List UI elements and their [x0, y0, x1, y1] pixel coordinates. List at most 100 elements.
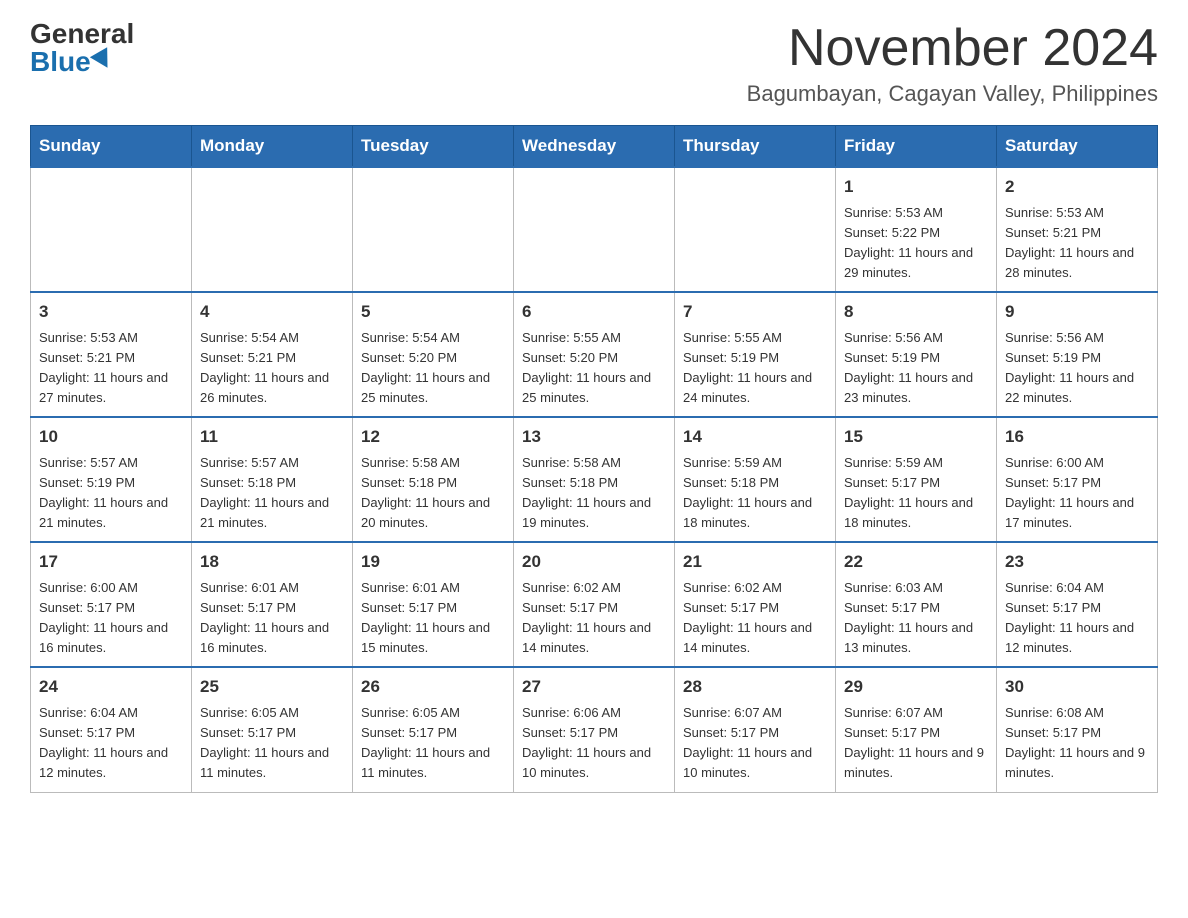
day-number: 20 — [522, 549, 666, 575]
calendar-cell: 16Sunrise: 6:00 AMSunset: 5:17 PMDayligh… — [997, 417, 1158, 542]
day-info: Sunrise: 6:02 AMSunset: 5:17 PMDaylight:… — [683, 578, 827, 659]
day-number: 15 — [844, 424, 988, 450]
calendar-cell: 15 Sunrise: 5:59 AMSunset: 5:17 PMDayligh… — [836, 417, 997, 542]
day-number: 29 — [844, 674, 988, 700]
day-info: Sunrise: 5:58 AMSunset: 5:18 PMDaylight:… — [361, 453, 505, 534]
calendar-cell — [353, 167, 514, 292]
calendar-cell: 24 Sunrise: 6:04 AMSunset: 5:17 PMDayligh… — [31, 667, 192, 792]
calendar-cell: 11 Sunrise: 5:57 AMSunset: 5:18 PMDayligh… — [192, 417, 353, 542]
calendar-cell: 3Sunrise: 5:53 AMSunset: 5:21 PMDaylight… — [31, 292, 192, 417]
day-info: Sunrise: 6:02 AMSunset: 5:17 PMDaylight:… — [522, 578, 666, 659]
calendar-cell — [675, 167, 836, 292]
calendar-cell — [192, 167, 353, 292]
calendar-cell: 13 Sunrise: 5:58 AMSunset: 5:18 PMDayligh… — [514, 417, 675, 542]
day-number: 30 — [1005, 674, 1149, 700]
calendar-cell: 4Sunrise: 5:54 AMSunset: 5:21 PMDaylight… — [192, 292, 353, 417]
day-number: 12 — [361, 424, 505, 450]
day-number: 8 — [844, 299, 988, 325]
day-number: 9 — [1005, 299, 1149, 325]
calendar-cell: 27 Sunrise: 6:06 AMSunset: 5:17 PMDayligh… — [514, 667, 675, 792]
day-number: 11 — [200, 424, 344, 450]
col-tuesday: Tuesday — [353, 126, 514, 168]
calendar-cell: 23Sunrise: 6:04 AMSunset: 5:17 PMDayligh… — [997, 542, 1158, 667]
day-info: Sunrise: 5:59 AMSunset: 5:18 PMDaylight:… — [683, 453, 827, 534]
logo: General Blue — [30, 20, 134, 76]
day-info: Sunrise: 5:58 AMSunset: 5:18 PMDaylight:… — [522, 453, 666, 534]
day-info: Sunrise: 5:53 AMSunset: 5:22 PMDaylight:… — [844, 203, 988, 284]
calendar-cell: 19Sunrise: 6:01 AMSunset: 5:17 PMDayligh… — [353, 542, 514, 667]
day-info: Sunrise: 5:53 AMSunset: 5:21 PMDaylight:… — [39, 328, 183, 409]
day-info: Sunrise: 6:01 AMSunset: 5:17 PMDaylight:… — [361, 578, 505, 659]
day-info: Sunrise: 6:05 AMSunset: 5:17 PMDaylight:… — [361, 703, 505, 784]
calendar-cell: 26 Sunrise: 6:05 AMSunset: 5:17 PMDayligh… — [353, 667, 514, 792]
logo-blue-text: Blue — [30, 48, 113, 76]
day-info: Sunrise: 5:59 AMSunset: 5:17 PMDaylight:… — [844, 453, 988, 534]
week-row-1: 1 Sunrise: 5:53 AMSunset: 5:22 PMDaylight… — [31, 167, 1158, 292]
day-info: Sunrise: 6:07 AMSunset: 5:17 PMDaylight:… — [683, 703, 827, 784]
calendar-cell: 17 Sunrise: 6:00 AMSunset: 5:17 PMDayligh… — [31, 542, 192, 667]
calendar-header-row: Sunday Monday Tuesday Wednesday Thursday… — [31, 126, 1158, 168]
day-number: 27 — [522, 674, 666, 700]
day-info: Sunrise: 5:55 AMSunset: 5:20 PMDaylight:… — [522, 328, 666, 409]
day-info: Sunrise: 6:07 AMSunset: 5:17 PMDaylight:… — [844, 703, 988, 784]
day-number: 26 — [361, 674, 505, 700]
day-number: 14 — [683, 424, 827, 450]
day-info: Sunrise: 6:01 AMSunset: 5:17 PMDaylight:… — [200, 578, 344, 659]
day-number: 10 — [39, 424, 183, 450]
week-row-4: 17 Sunrise: 6:00 AMSunset: 5:17 PMDayligh… — [31, 542, 1158, 667]
calendar-cell: 18 Sunrise: 6:01 AMSunset: 5:17 PMDayligh… — [192, 542, 353, 667]
day-info: Sunrise: 5:56 AMSunset: 5:19 PMDaylight:… — [844, 328, 988, 409]
calendar-cell: 29 Sunrise: 6:07 AMSunset: 5:17 PMDayligh… — [836, 667, 997, 792]
calendar-cell: 12 Sunrise: 5:58 AMSunset: 5:18 PMDayligh… — [353, 417, 514, 542]
location-subtitle: Bagumbayan, Cagayan Valley, Philippines — [747, 81, 1158, 107]
calendar-cell: 25 Sunrise: 6:05 AMSunset: 5:17 PMDayligh… — [192, 667, 353, 792]
calendar-cell: 2Sunrise: 5:53 AMSunset: 5:21 PMDaylight… — [997, 167, 1158, 292]
day-number: 22 — [844, 549, 988, 575]
logo-general-text: General — [30, 20, 134, 48]
day-number: 7 — [683, 299, 827, 325]
day-info: Sunrise: 6:00 AMSunset: 5:17 PMDaylight:… — [39, 578, 183, 659]
week-row-3: 10 Sunrise: 5:57 AMSunset: 5:19 PMDayligh… — [31, 417, 1158, 542]
day-number: 25 — [200, 674, 344, 700]
day-number: 13 — [522, 424, 666, 450]
calendar-cell: 8 Sunrise: 5:56 AMSunset: 5:19 PMDaylight… — [836, 292, 997, 417]
month-year-title: November 2024 — [747, 20, 1158, 77]
day-number: 1 — [844, 174, 988, 200]
page-header: General Blue November 2024 Bagumbayan, C… — [30, 20, 1158, 107]
calendar-cell: 1 Sunrise: 5:53 AMSunset: 5:22 PMDaylight… — [836, 167, 997, 292]
calendar-table: Sunday Monday Tuesday Wednesday Thursday… — [30, 125, 1158, 792]
day-info: Sunrise: 5:57 AMSunset: 5:19 PMDaylight:… — [39, 453, 183, 534]
calendar-cell: 9 Sunrise: 5:56 AMSunset: 5:19 PMDaylight… — [997, 292, 1158, 417]
day-number: 17 — [39, 549, 183, 575]
calendar-cell: 30Sunrise: 6:08 AMSunset: 5:17 PMDayligh… — [997, 667, 1158, 792]
calendar-cell — [31, 167, 192, 292]
calendar-cell: 14 Sunrise: 5:59 AMSunset: 5:18 PMDayligh… — [675, 417, 836, 542]
day-info: Sunrise: 6:04 AMSunset: 5:17 PMDaylight:… — [39, 703, 183, 784]
week-row-2: 3Sunrise: 5:53 AMSunset: 5:21 PMDaylight… — [31, 292, 1158, 417]
day-info: Sunrise: 6:00 AMSunset: 5:17 PMDaylight:… — [1005, 453, 1149, 534]
day-info: Sunrise: 5:53 AMSunset: 5:21 PMDaylight:… — [1005, 203, 1149, 284]
title-block: November 2024 Bagumbayan, Cagayan Valley… — [747, 20, 1158, 107]
calendar-cell: 21Sunrise: 6:02 AMSunset: 5:17 PMDayligh… — [675, 542, 836, 667]
day-info: Sunrise: 5:54 AMSunset: 5:20 PMDaylight:… — [361, 328, 505, 409]
day-number: 28 — [683, 674, 827, 700]
calendar-cell: 20 Sunrise: 6:02 AMSunset: 5:17 PMDayligh… — [514, 542, 675, 667]
day-number: 24 — [39, 674, 183, 700]
day-number: 6 — [522, 299, 666, 325]
day-info: Sunrise: 6:05 AMSunset: 5:17 PMDaylight:… — [200, 703, 344, 784]
calendar-cell — [514, 167, 675, 292]
day-number: 18 — [200, 549, 344, 575]
calendar-cell: 7Sunrise: 5:55 AMSunset: 5:19 PMDaylight… — [675, 292, 836, 417]
day-info: Sunrise: 6:06 AMSunset: 5:17 PMDaylight:… — [522, 703, 666, 784]
calendar-cell: 5Sunrise: 5:54 AMSunset: 5:20 PMDaylight… — [353, 292, 514, 417]
day-info: Sunrise: 5:56 AMSunset: 5:19 PMDaylight:… — [1005, 328, 1149, 409]
col-monday: Monday — [192, 126, 353, 168]
day-number: 4 — [200, 299, 344, 325]
col-friday: Friday — [836, 126, 997, 168]
week-row-5: 24 Sunrise: 6:04 AMSunset: 5:17 PMDayligh… — [31, 667, 1158, 792]
col-saturday: Saturday — [997, 126, 1158, 168]
calendar-cell: 28 Sunrise: 6:07 AMSunset: 5:17 PMDayligh… — [675, 667, 836, 792]
col-thursday: Thursday — [675, 126, 836, 168]
col-wednesday: Wednesday — [514, 126, 675, 168]
day-info: Sunrise: 5:57 AMSunset: 5:18 PMDaylight:… — [200, 453, 344, 534]
